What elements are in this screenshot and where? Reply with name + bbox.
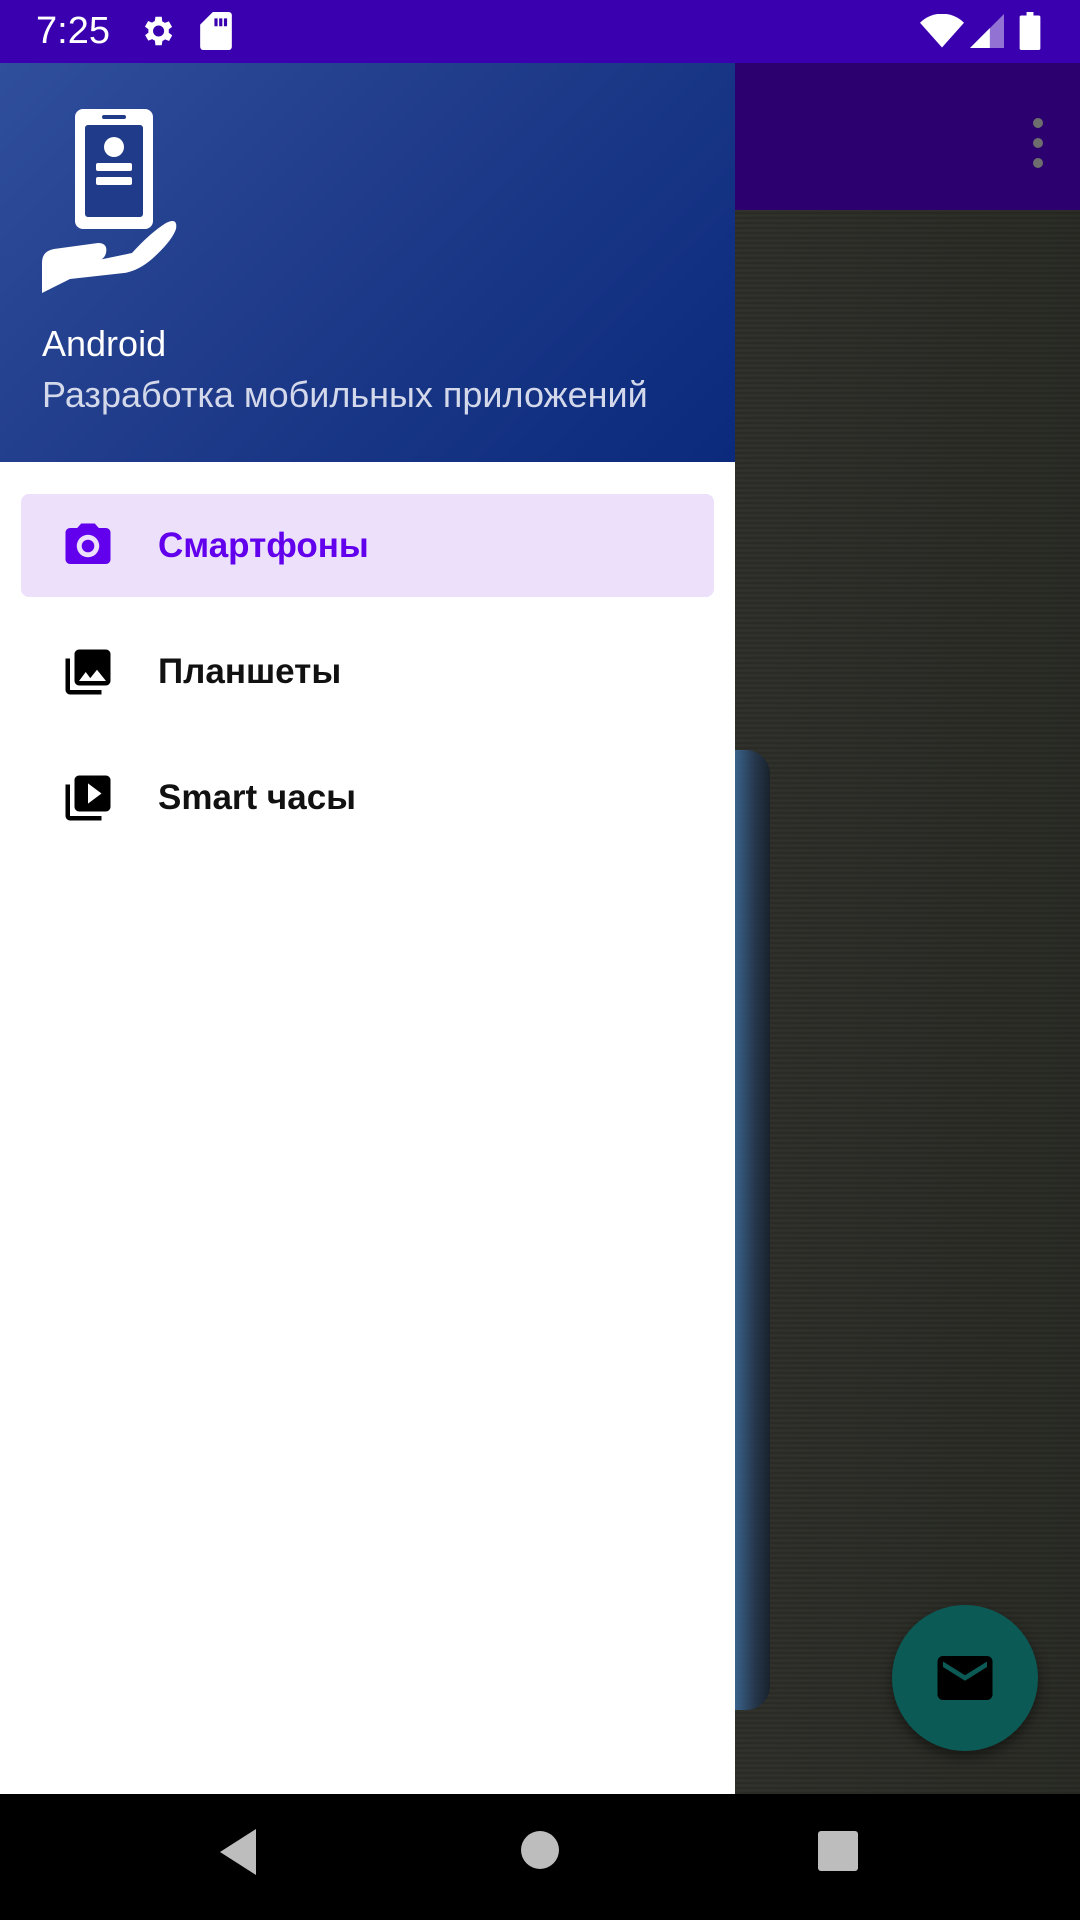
photo-library-icon xyxy=(61,645,115,699)
back-icon[interactable] xyxy=(216,1827,260,1882)
video-library-icon xyxy=(61,771,115,825)
menu-item-label: Smart часы xyxy=(158,778,357,817)
hand-holding-phone-icon xyxy=(40,103,180,298)
sd-card-icon xyxy=(200,12,232,55)
drawer-header-title: Android xyxy=(42,323,167,364)
navigation-drawer: Android Разработка мобильных приложений … xyxy=(0,63,735,1794)
settings-icon xyxy=(138,12,176,55)
drawer-header: Android Разработка мобильных приложений xyxy=(0,63,735,462)
status-time: 7:25 xyxy=(36,10,110,52)
menu-item-label: Планшеты xyxy=(158,652,342,691)
wifi-icon xyxy=(920,13,964,53)
menu-item-smart-watches[interactable]: Smart часы xyxy=(21,746,714,849)
mail-icon xyxy=(937,1656,993,1700)
battery-icon xyxy=(1019,12,1041,55)
drawer-header-subtitle: Разработка мобильных приложений xyxy=(42,374,648,415)
menu-item-label: Смартфоны xyxy=(158,526,369,565)
status-bar: 7:25 xyxy=(0,0,1080,63)
more-vert-icon[interactable] xyxy=(1018,113,1058,173)
camera-icon xyxy=(61,519,115,573)
system-nav-bar xyxy=(0,1794,1080,1920)
signal-icon xyxy=(970,14,1004,53)
fab-mail-button[interactable] xyxy=(892,1605,1038,1751)
home-icon[interactable] xyxy=(520,1830,560,1875)
menu-item-tablets[interactable]: Планшеты xyxy=(21,620,714,723)
menu-item-smartphones[interactable]: Смартфоны xyxy=(21,494,714,597)
recents-icon[interactable] xyxy=(817,1830,859,1877)
